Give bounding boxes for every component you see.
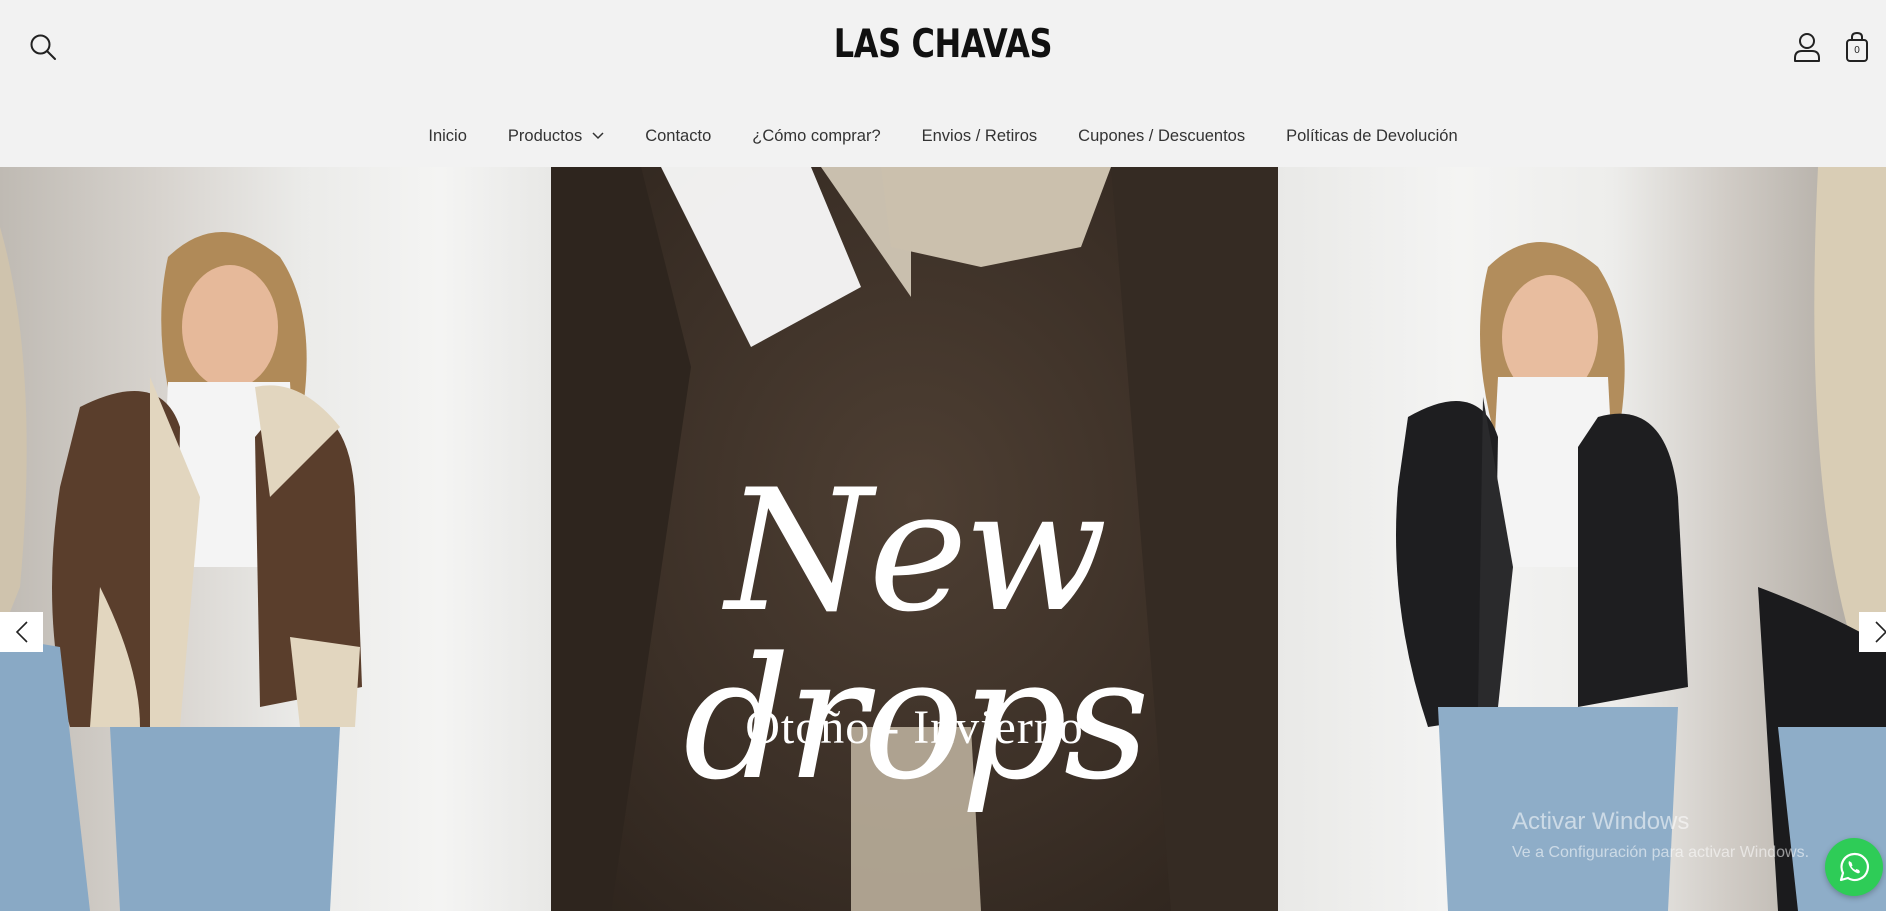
nav-item-contacto[interactable]: Contacto (645, 127, 711, 146)
nav-item-cupones[interactable]: Cupones / Descuentos (1078, 127, 1245, 146)
nav-item-envios-retiros[interactable]: Envios / Retiros (922, 127, 1038, 146)
slider-next-button[interactable] (1859, 612, 1886, 652)
chevron-down-icon (592, 132, 604, 140)
nav-item-politicas[interactable]: Políticas de Devolución (1286, 127, 1458, 146)
windows-activation-watermark: Activar Windows Ve a Configuración para … (1512, 808, 1809, 862)
account-button[interactable] (1792, 31, 1822, 63)
hero-subtitle: Otoño - Invierno (745, 701, 1084, 754)
hero-slider[interactable]: New drops Otoño - Invierno (0, 167, 1886, 911)
nav-item-label: Productos (507, 126, 583, 145)
brand-logo[interactable]: LAS CHAVAS (170, 22, 1717, 67)
search-button[interactable] (28, 32, 58, 62)
nav-item-label: ¿Cómo comprar? (752, 126, 881, 145)
nav-item-como-comprar[interactable]: ¿Cómo comprar? (752, 127, 880, 146)
hero-image-center: New drops Otoño - Invierno (551, 167, 1278, 911)
cart-button[interactable]: 0 (1844, 31, 1870, 63)
nav-item-label: Inicio (428, 126, 467, 145)
watermark-title: Activar Windows (1512, 808, 1690, 835)
slider-prev-button[interactable] (0, 612, 43, 652)
nav-item-label: Envios / Retiros (921, 126, 1038, 145)
watermark-text: Ve a Configuración para activar Windows. (1512, 844, 1810, 861)
chevron-left-icon (15, 621, 28, 643)
nav-item-productos[interactable]: Productos (508, 127, 604, 146)
user-icon (1794, 33, 1820, 62)
main-navigation: Inicio Productos Contacto ¿Cómo comprar?… (0, 124, 1886, 148)
nav-item-label: Políticas de Devolución (1286, 126, 1458, 145)
site-header: LAS CHAVAS 0 Inicio Productos Contacto ¿… (0, 0, 1886, 167)
whatsapp-button[interactable] (1825, 838, 1883, 896)
search-icon (30, 34, 56, 60)
hero-image-right (1278, 167, 1886, 911)
nav-item-label: Contacto (645, 126, 712, 145)
whatsapp-icon (1839, 852, 1869, 882)
nav-item-label: Cupones / Descuentos (1078, 126, 1246, 145)
chevron-right-icon (1874, 621, 1886, 643)
hero-image-left (0, 167, 551, 911)
cart-count-badge: 0 (1854, 45, 1860, 56)
nav-item-inicio[interactable]: Inicio (428, 127, 467, 146)
